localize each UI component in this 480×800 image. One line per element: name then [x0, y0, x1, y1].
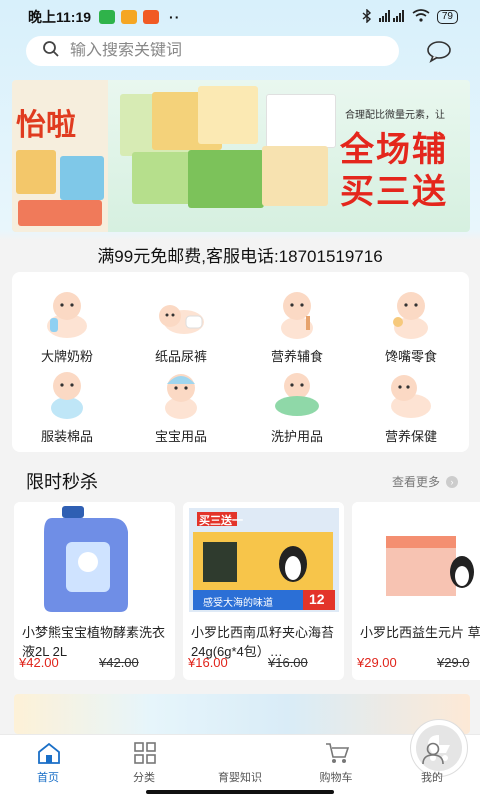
product-package-image: [60, 156, 104, 200]
baby-supplies-icon: [156, 368, 206, 420]
product-package-image: [188, 150, 264, 208]
tab-label: 购物车: [319, 772, 353, 784]
tab-parenting[interactable]: 育婴知识: [200, 719, 468, 784]
flash-sale-title: 限时秒杀: [26, 472, 98, 492]
product-package-image: [198, 86, 258, 144]
baby-snack-icon: [386, 288, 436, 340]
wifi-icon: [412, 9, 430, 25]
home-icon: [36, 741, 62, 765]
chevron-right-icon: ›: [446, 475, 459, 488]
tab-label: 分类: [133, 772, 155, 784]
user-icon: [420, 741, 446, 765]
product-card[interactable]: 买三送一 感受大海的味道 12 小罗比西南瓜籽夹心海苔24g(6g*4包）… ¥…: [183, 502, 344, 680]
more-notifications-icon: ··: [169, 9, 181, 25]
message-button[interactable]: [426, 39, 452, 63]
baby-bath-icon: [272, 368, 322, 420]
product-image: 买三送一 感受大海的味道 12: [183, 502, 344, 615]
tab-category[interactable]: 分类: [104, 739, 184, 784]
notification-app-icon-2: [143, 10, 160, 24]
tab-label: 首页: [37, 772, 59, 784]
tab-label: 我的: [421, 772, 443, 784]
category-item[interactable]: 洗护用品: [242, 368, 352, 448]
tab-label: 育婴知识: [218, 772, 262, 784]
battery-indicator: 79: [436, 10, 458, 24]
category-label: 纸品尿裤: [154, 349, 207, 364]
category-label: 宝宝用品: [154, 429, 207, 444]
promo-text: 感受大海的味道: [203, 598, 273, 609]
product-package-image: [18, 200, 102, 226]
product-image: [352, 502, 480, 615]
product-package-image: [266, 94, 336, 148]
banner-left-panel: 怡啦: [12, 80, 108, 232]
category-label: 服装棉品: [40, 429, 93, 444]
category-label: 大牌奶粉: [40, 349, 93, 364]
category-label: 洗护用品: [270, 429, 323, 444]
product-price: ¥42.00: [19, 655, 59, 670]
search-input[interactable]: [70, 42, 370, 60]
product-card[interactable]: 小梦熊宝宝植物酵素洗衣液2L 2L ¥42.00 ¥42.00: [14, 502, 175, 680]
baby-health-icon: [386, 368, 436, 420]
status-bar: 晚上11:19 ·· 79: [0, 0, 480, 34]
product-price: ¥29.00: [357, 655, 397, 670]
category-item[interactable]: 纸品尿裤: [126, 288, 236, 368]
category-item[interactable]: 营养保健: [356, 368, 466, 448]
notification-app-icon: [121, 10, 138, 24]
product-package-image: [16, 150, 56, 194]
baby-food-icon: [272, 288, 322, 340]
banner-promo-line2: 买三送: [340, 173, 448, 211]
secondary-banner[interactable]: [14, 694, 470, 734]
shipping-notice: 满99元免邮费,客服电话:18701519716: [97, 247, 383, 266]
product-original-price: ¥16.00: [268, 655, 308, 670]
product-package-image: [132, 152, 194, 204]
category-label: 馋嘴零食: [384, 349, 437, 364]
search-icon: [42, 40, 60, 63]
home-indicator: [146, 790, 334, 794]
category-label: 营养保健: [384, 429, 437, 444]
signal-icon: [378, 9, 405, 25]
tab-cart[interactable]: 购物车: [296, 739, 376, 784]
banner-left-slogan: 怡啦: [16, 109, 76, 142]
baby-clothes-icon: [42, 368, 92, 420]
category-item[interactable]: 服装棉品: [12, 368, 122, 448]
category-grid-icon: [132, 741, 158, 765]
status-time: 晚上11:19: [28, 9, 92, 25]
view-more-label: 查看更多: [392, 475, 441, 489]
view-more-link[interactable]: 查看更多 ›: [392, 473, 459, 490]
chat-bubble-icon: [426, 41, 452, 67]
baby-milk-icon: [42, 288, 92, 340]
product-image: [14, 502, 175, 615]
banner-caption: 合理配比微量元素，让: [345, 110, 445, 121]
product-original-price: ¥42.00: [99, 655, 139, 670]
product-card[interactable]: 小罗比西益生元片 草莓 ¥29.00 ¥29.0: [352, 502, 480, 680]
wechat-icon: [99, 10, 116, 24]
product-price: ¥16.00: [188, 655, 228, 670]
flash-sale-list: 小梦熊宝宝植物酵素洗衣液2L 2L ¥42.00 ¥42.00 买三送一 感受大…: [14, 502, 480, 682]
promo-number: 12: [309, 591, 325, 607]
category-item[interactable]: 营养辅食: [242, 288, 352, 368]
category-label: 营养辅食: [270, 349, 323, 364]
product-original-price: ¥29.0: [437, 655, 470, 670]
baby-diaper-icon: [156, 288, 206, 340]
category-item[interactable]: 大牌奶粉: [12, 288, 122, 368]
cart-icon: [324, 741, 350, 765]
category-item[interactable]: 馋嘴零食: [356, 288, 466, 368]
search-box[interactable]: [26, 36, 399, 66]
promo-badge: 买三送一: [199, 515, 243, 527]
category-grid: 大牌奶粉 纸品尿裤 营养辅食 馋嘴零食 服装棉品 宝宝用品 洗护用品 营养保健: [12, 272, 469, 452]
category-item[interactable]: 宝宝用品: [126, 368, 236, 448]
search-row: [0, 34, 480, 68]
bluetooth-icon: [362, 7, 372, 26]
tab-mine[interactable]: 我的: [392, 739, 472, 784]
tab-home[interactable]: 首页: [8, 739, 88, 784]
product-package-image: [262, 146, 328, 206]
